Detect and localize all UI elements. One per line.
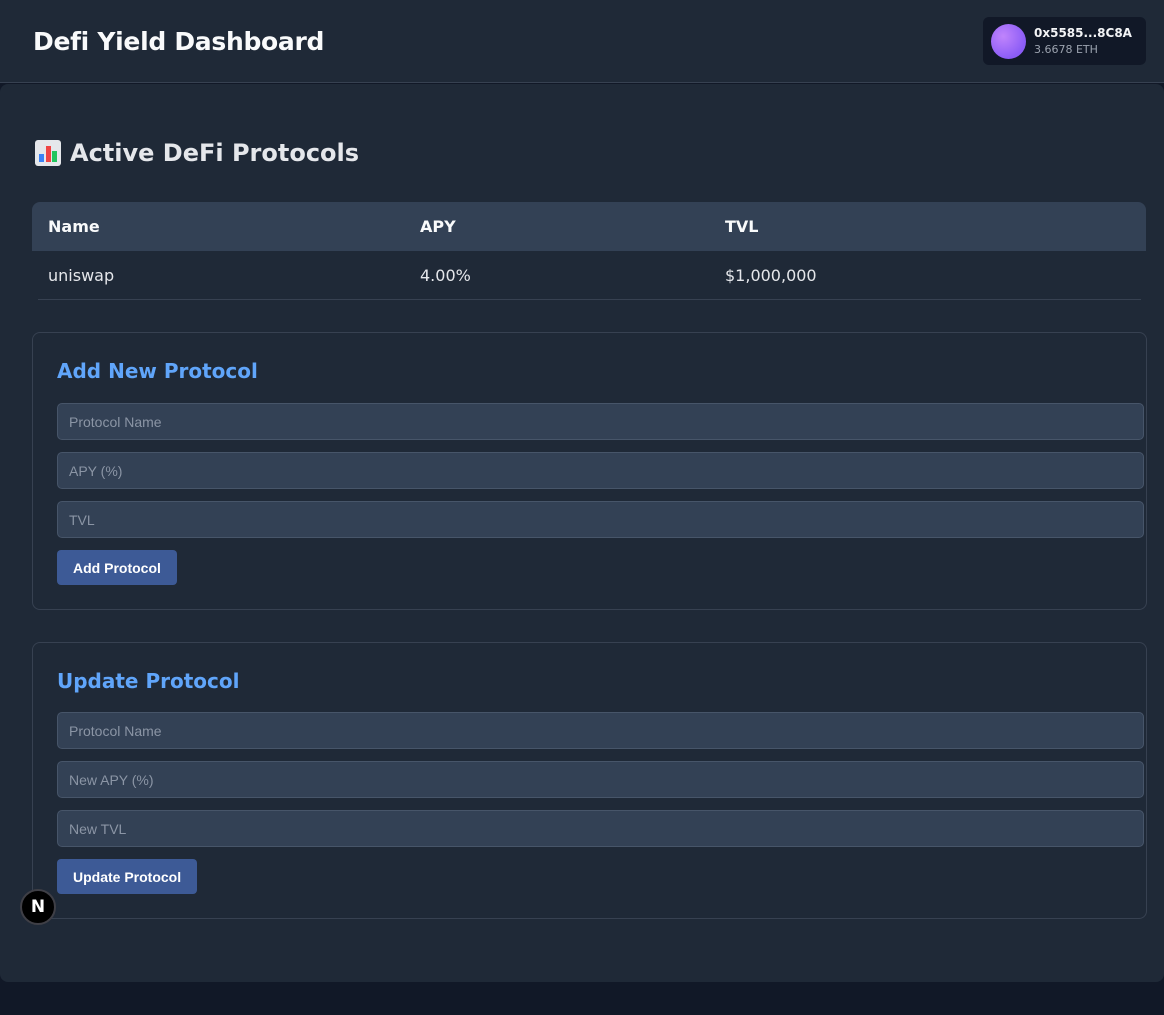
update-protocol-name-input[interactable] — [57, 712, 1144, 749]
add-protocol-tvl-input[interactable] — [57, 501, 1144, 538]
app-title: Defi Yield Dashboard — [33, 27, 325, 56]
table-row: uniswap 4.00% $1,000,000 — [38, 251, 1141, 300]
update-protocol-card: Update Protocol Update Protocol — [32, 642, 1147, 919]
update-protocol-button[interactable]: Update Protocol — [57, 859, 198, 894]
protocols-section-title-text: Active DeFi Protocols — [70, 139, 360, 167]
wallet-widget[interactable]: 0x5585...8C8A 3.6678 ETH — [983, 17, 1146, 65]
add-protocol-card: Add New Protocol Add Protocol — [32, 332, 1147, 610]
column-header-apy: APY — [420, 217, 456, 236]
update-protocol-tvl-input[interactable] — [57, 810, 1144, 847]
update-protocol-title: Update Protocol — [57, 669, 240, 693]
protocols-table: Name APY TVL uniswap 4.00% $1,000,000 — [32, 202, 1146, 300]
add-protocol-title: Add New Protocol — [57, 359, 258, 383]
wallet-avatar — [991, 24, 1026, 59]
add-protocol-apy-input[interactable] — [57, 452, 1144, 489]
nextjs-logo-icon[interactable]: N — [20, 889, 56, 925]
column-header-tvl: TVL — [725, 217, 759, 236]
column-header-name: Name — [48, 217, 100, 236]
table-header: Name APY TVL — [32, 202, 1146, 251]
update-protocol-apy-input[interactable] — [57, 761, 1144, 798]
add-protocol-button[interactable]: Add Protocol — [57, 550, 177, 585]
add-protocol-name-input[interactable] — [57, 403, 1144, 440]
top-header: Defi Yield Dashboard 0x5585...8C8A 3.667… — [0, 0, 1164, 83]
cell-apy: 4.00% — [420, 266, 471, 285]
bar-chart-icon — [35, 140, 61, 166]
wallet-balance: 3.6678 ETH — [1034, 43, 1098, 56]
main-panel: Active DeFi Protocols Name APY TVL unisw… — [0, 84, 1164, 982]
protocols-section-title: Active DeFi Protocols — [35, 139, 359, 167]
cell-name: uniswap — [48, 266, 115, 285]
cell-tvl: $1,000,000 — [725, 266, 817, 285]
wallet-address: 0x5585...8C8A — [1034, 26, 1132, 40]
